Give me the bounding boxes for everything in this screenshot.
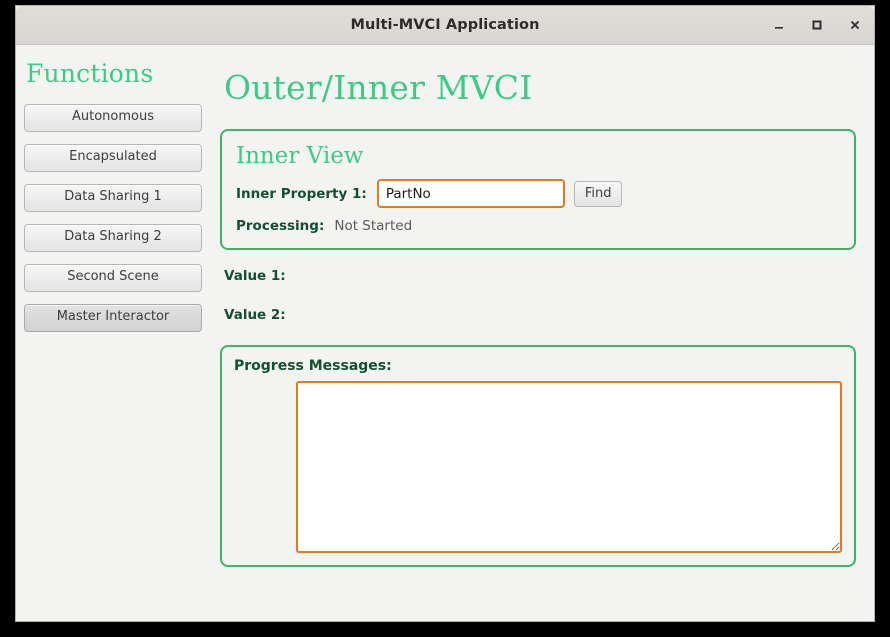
inner-view-title: Inner View [236, 143, 364, 169]
progress-box-wrapper [234, 381, 842, 553]
inner-property-row: Inner Property 1: Find [236, 179, 840, 208]
processing-status: Not Started [334, 218, 413, 234]
page-title: Outer/Inner MVCI [224, 68, 533, 107]
application-window: Multi-MVCI Application Functions Autonom… [16, 6, 874, 621]
title-bar: Multi-MVCI Application [16, 6, 874, 45]
processing-row: Processing: Not Started [236, 218, 840, 234]
sidebar-title: Functions [26, 59, 154, 88]
sidebar-item-second-scene[interactable]: Second Scene [24, 263, 202, 292]
inner-property-input[interactable] [376, 179, 565, 208]
sidebar-item-data-sharing-1[interactable]: Data Sharing 1 [24, 183, 202, 212]
find-button[interactable]: Find [573, 180, 623, 207]
value-2-label: Value 2: [224, 307, 286, 323]
processing-label: Processing: [236, 218, 325, 234]
window-title: Multi-MVCI Application [350, 17, 540, 33]
main-content: Outer/Inner MVCI Inner View Inner Proper… [202, 45, 874, 621]
progress-messages-textarea[interactable] [296, 381, 842, 553]
value-1-label: Value 1: [224, 268, 286, 284]
window-controls [770, 6, 864, 44]
client-area: Functions Autonomous Encapsulated Data S… [16, 45, 874, 621]
sidebar-item-autonomous[interactable]: Autonomous [24, 104, 202, 132]
progress-messages-panel: Progress Messages: [220, 345, 856, 567]
inner-view-panel: Inner View Inner Property 1: Find Proces… [220, 129, 856, 250]
sidebar-item-data-sharing-2[interactable]: Data Sharing 2 [24, 223, 202, 252]
minimize-icon[interactable] [770, 16, 788, 34]
sidebar: Functions Autonomous Encapsulated Data S… [16, 45, 202, 621]
inner-property-label: Inner Property 1: [236, 185, 367, 202]
maximize-icon[interactable] [808, 16, 826, 34]
sidebar-item-encapsulated[interactable]: Encapsulated [24, 143, 202, 172]
close-icon[interactable] [846, 16, 864, 34]
progress-messages-label: Progress Messages: [234, 358, 392, 374]
sidebar-item-master-interactor[interactable]: Master Interactor [24, 303, 202, 332]
